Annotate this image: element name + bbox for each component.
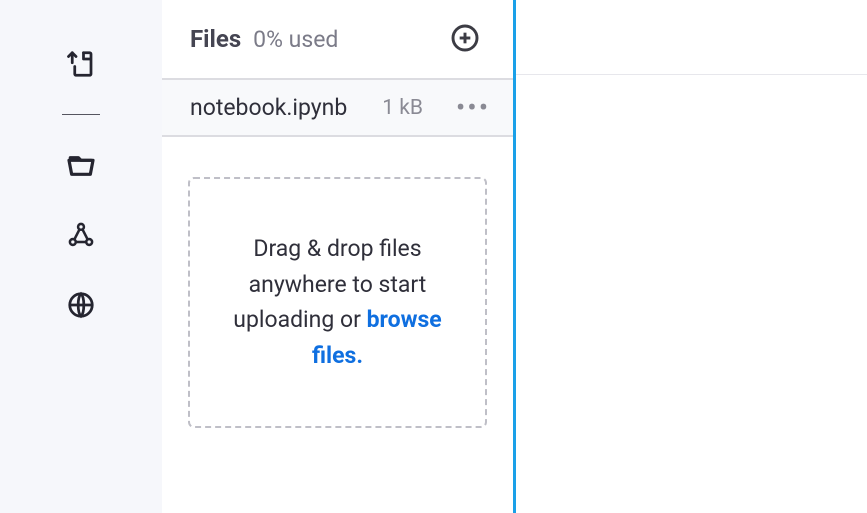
add-file-button[interactable] <box>449 22 483 56</box>
folder-icon[interactable] <box>61 145 101 185</box>
panel-header-left: Files 0% used <box>190 25 338 53</box>
app-root: Files 0% used notebook.ipynb 1 kB ••• Dr… <box>0 0 867 513</box>
file-more-button[interactable]: ••• <box>453 102 493 114</box>
left-sidebar <box>0 0 162 513</box>
upload-dropzone[interactable]: Drag & drop files anywhere to start uplo… <box>188 177 487 428</box>
upload-file-icon[interactable] <box>61 44 101 84</box>
files-panel: Files 0% used notebook.ipynb 1 kB ••• Dr… <box>162 0 516 513</box>
panel-title: Files <box>190 25 241 53</box>
file-size: 1 kB <box>382 96 423 120</box>
sidebar-divider <box>62 114 100 115</box>
file-name: notebook.ipynb <box>190 94 382 121</box>
storage-usage: 0% used <box>253 26 338 53</box>
plus-circle-icon <box>449 22 481 54</box>
right-pane <box>516 74 867 513</box>
file-row[interactable]: notebook.ipynb 1 kB ••• <box>162 80 513 137</box>
share-icon[interactable] <box>61 215 101 255</box>
globe-icon[interactable] <box>61 285 101 325</box>
dropzone-wrapper: Drag & drop files anywhere to start uplo… <box>162 137 513 428</box>
panel-header: Files 0% used <box>162 0 513 80</box>
